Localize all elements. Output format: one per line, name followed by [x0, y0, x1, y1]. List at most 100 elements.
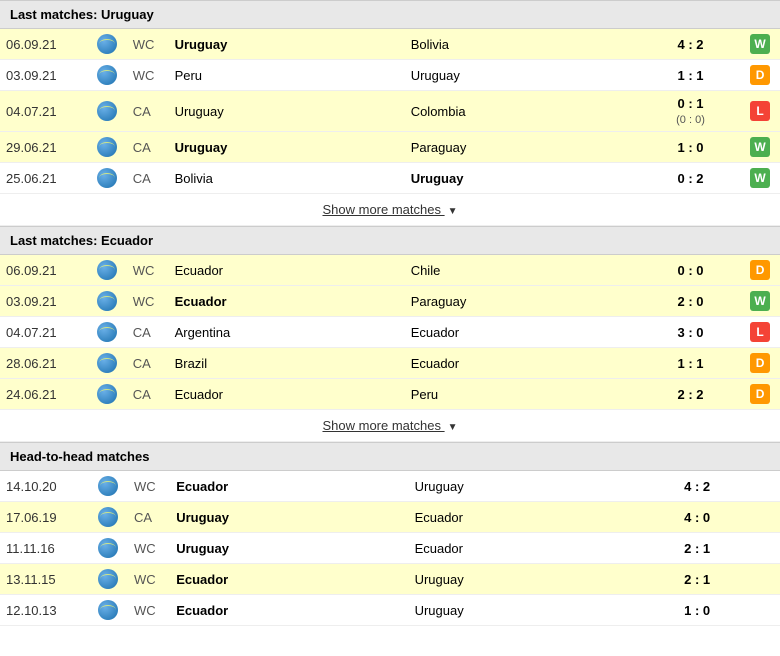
globe-icon — [97, 353, 117, 373]
match-globe — [87, 163, 127, 194]
table-row: 03.09.21 WC Ecuador Paraguay 2 : 0 W — [0, 286, 780, 317]
match-result — [747, 564, 780, 595]
match-globe — [88, 533, 128, 564]
table-row: 03.09.21 WC Peru Uruguay 1 : 1 D — [0, 60, 780, 91]
match-score: 2 : 0 — [641, 286, 740, 317]
match-date: 03.09.21 — [0, 60, 87, 91]
match-away: Colombia — [405, 91, 641, 132]
match-away: Uruguay — [409, 595, 647, 626]
match-home: Ecuador — [169, 379, 405, 410]
match-globe — [88, 471, 128, 502]
match-globe — [88, 502, 128, 533]
match-away: Uruguay — [409, 471, 647, 502]
match-date: 13.11.15 — [0, 564, 88, 595]
match-home: Uruguay — [170, 502, 408, 533]
globe-icon — [97, 322, 117, 342]
h2h-table: 14.10.20 WC Ecuador Uruguay 4 : 2 17.06.… — [0, 471, 780, 626]
result-badge: W — [750, 137, 770, 157]
match-home: Uruguay — [170, 533, 408, 564]
match-score: 1 : 0 — [647, 595, 747, 626]
globe-icon — [97, 384, 117, 404]
result-badge: D — [750, 260, 770, 280]
arrow-down-icon: ▼ — [448, 422, 458, 433]
match-result — [747, 595, 780, 626]
match-result: W — [740, 163, 780, 194]
match-date: 06.09.21 — [0, 29, 87, 60]
match-result — [747, 533, 780, 564]
result-badge: W — [750, 291, 770, 311]
match-score: 4 : 2 — [647, 471, 747, 502]
result-badge: D — [750, 65, 770, 85]
match-globe — [87, 60, 127, 91]
match-home: Uruguay — [169, 29, 405, 60]
table-row: 24.06.21 CA Ecuador Peru 2 : 2 D — [0, 379, 780, 410]
globe-icon — [97, 291, 117, 311]
match-away: Peru — [405, 379, 641, 410]
match-date: 25.06.21 — [0, 163, 87, 194]
match-globe — [88, 564, 128, 595]
match-comp: WC — [128, 533, 170, 564]
match-away: Paraguay — [405, 132, 641, 163]
match-score: 0 : 1(0 : 0) — [641, 91, 740, 132]
match-score: 2 : 1 — [647, 564, 747, 595]
show-more-link[interactable]: Show more matches ▼ — [322, 202, 457, 217]
match-comp: CA — [127, 317, 169, 348]
match-score: 0 : 0 — [641, 255, 740, 286]
match-globe — [87, 348, 127, 379]
match-comp: WC — [128, 564, 170, 595]
match-globe — [87, 379, 127, 410]
result-badge: L — [750, 101, 770, 121]
match-comp: CA — [127, 163, 169, 194]
match-home: Ecuador — [170, 595, 408, 626]
match-result: W — [740, 29, 780, 60]
match-date: 17.06.19 — [0, 502, 88, 533]
table-row: 13.11.15 WC Ecuador Uruguay 2 : 1 — [0, 564, 780, 595]
match-comp: CA — [127, 132, 169, 163]
match-comp: WC — [127, 255, 169, 286]
match-home: Ecuador — [170, 471, 408, 502]
ecuador-table: 06.09.21 WC Ecuador Chile 0 : 0 D 03.09.… — [0, 255, 780, 410]
match-result: D — [740, 60, 780, 91]
match-date: 24.06.21 — [0, 379, 87, 410]
table-row: 28.06.21 CA Brazil Ecuador 1 : 1 D — [0, 348, 780, 379]
match-comp: CA — [127, 348, 169, 379]
match-away: Ecuador — [409, 533, 647, 564]
match-result: D — [740, 255, 780, 286]
globe-icon — [97, 101, 117, 121]
match-result: D — [740, 379, 780, 410]
show-more-ecuador[interactable]: Show more matches ▼ — [0, 410, 780, 442]
match-score: 1 : 1 — [641, 348, 740, 379]
match-result: W — [740, 286, 780, 317]
match-comp: CA — [127, 91, 169, 132]
table-row: 11.11.16 WC Uruguay Ecuador 2 : 1 — [0, 533, 780, 564]
arrow-down-icon: ▼ — [448, 206, 458, 217]
table-row: 04.07.21 CA Argentina Ecuador 3 : 0 L — [0, 317, 780, 348]
table-row: 25.06.21 CA Bolivia Uruguay 0 : 2 W — [0, 163, 780, 194]
match-home: Uruguay — [169, 91, 405, 132]
match-result: D — [740, 348, 780, 379]
match-globe — [87, 286, 127, 317]
match-comp: WC — [127, 29, 169, 60]
show-more-link[interactable]: Show more matches ▼ — [322, 418, 457, 433]
result-badge: D — [750, 353, 770, 373]
globe-icon — [97, 168, 117, 188]
match-date: 04.07.21 — [0, 317, 87, 348]
match-date: 03.09.21 — [0, 286, 87, 317]
show-more-uruguay[interactable]: Show more matches ▼ — [0, 194, 780, 226]
match-comp: CA — [127, 379, 169, 410]
match-date: 29.06.21 — [0, 132, 87, 163]
globe-icon — [98, 600, 118, 620]
match-score: 2 : 1 — [647, 533, 747, 564]
section-header-uruguay: Last matches: Uruguay — [0, 0, 780, 29]
match-home: Argentina — [169, 317, 405, 348]
match-score: 0 : 2 — [641, 163, 740, 194]
table-row: 06.09.21 WC Ecuador Chile 0 : 0 D — [0, 255, 780, 286]
globe-icon — [98, 538, 118, 558]
section-header-h2h: Head-to-head matches — [0, 442, 780, 471]
match-away: Bolivia — [405, 29, 641, 60]
match-home: Peru — [169, 60, 405, 91]
match-date: 12.10.13 — [0, 595, 88, 626]
match-score: 1 : 1 — [641, 60, 740, 91]
match-away: Ecuador — [405, 317, 641, 348]
match-home: Uruguay — [169, 132, 405, 163]
